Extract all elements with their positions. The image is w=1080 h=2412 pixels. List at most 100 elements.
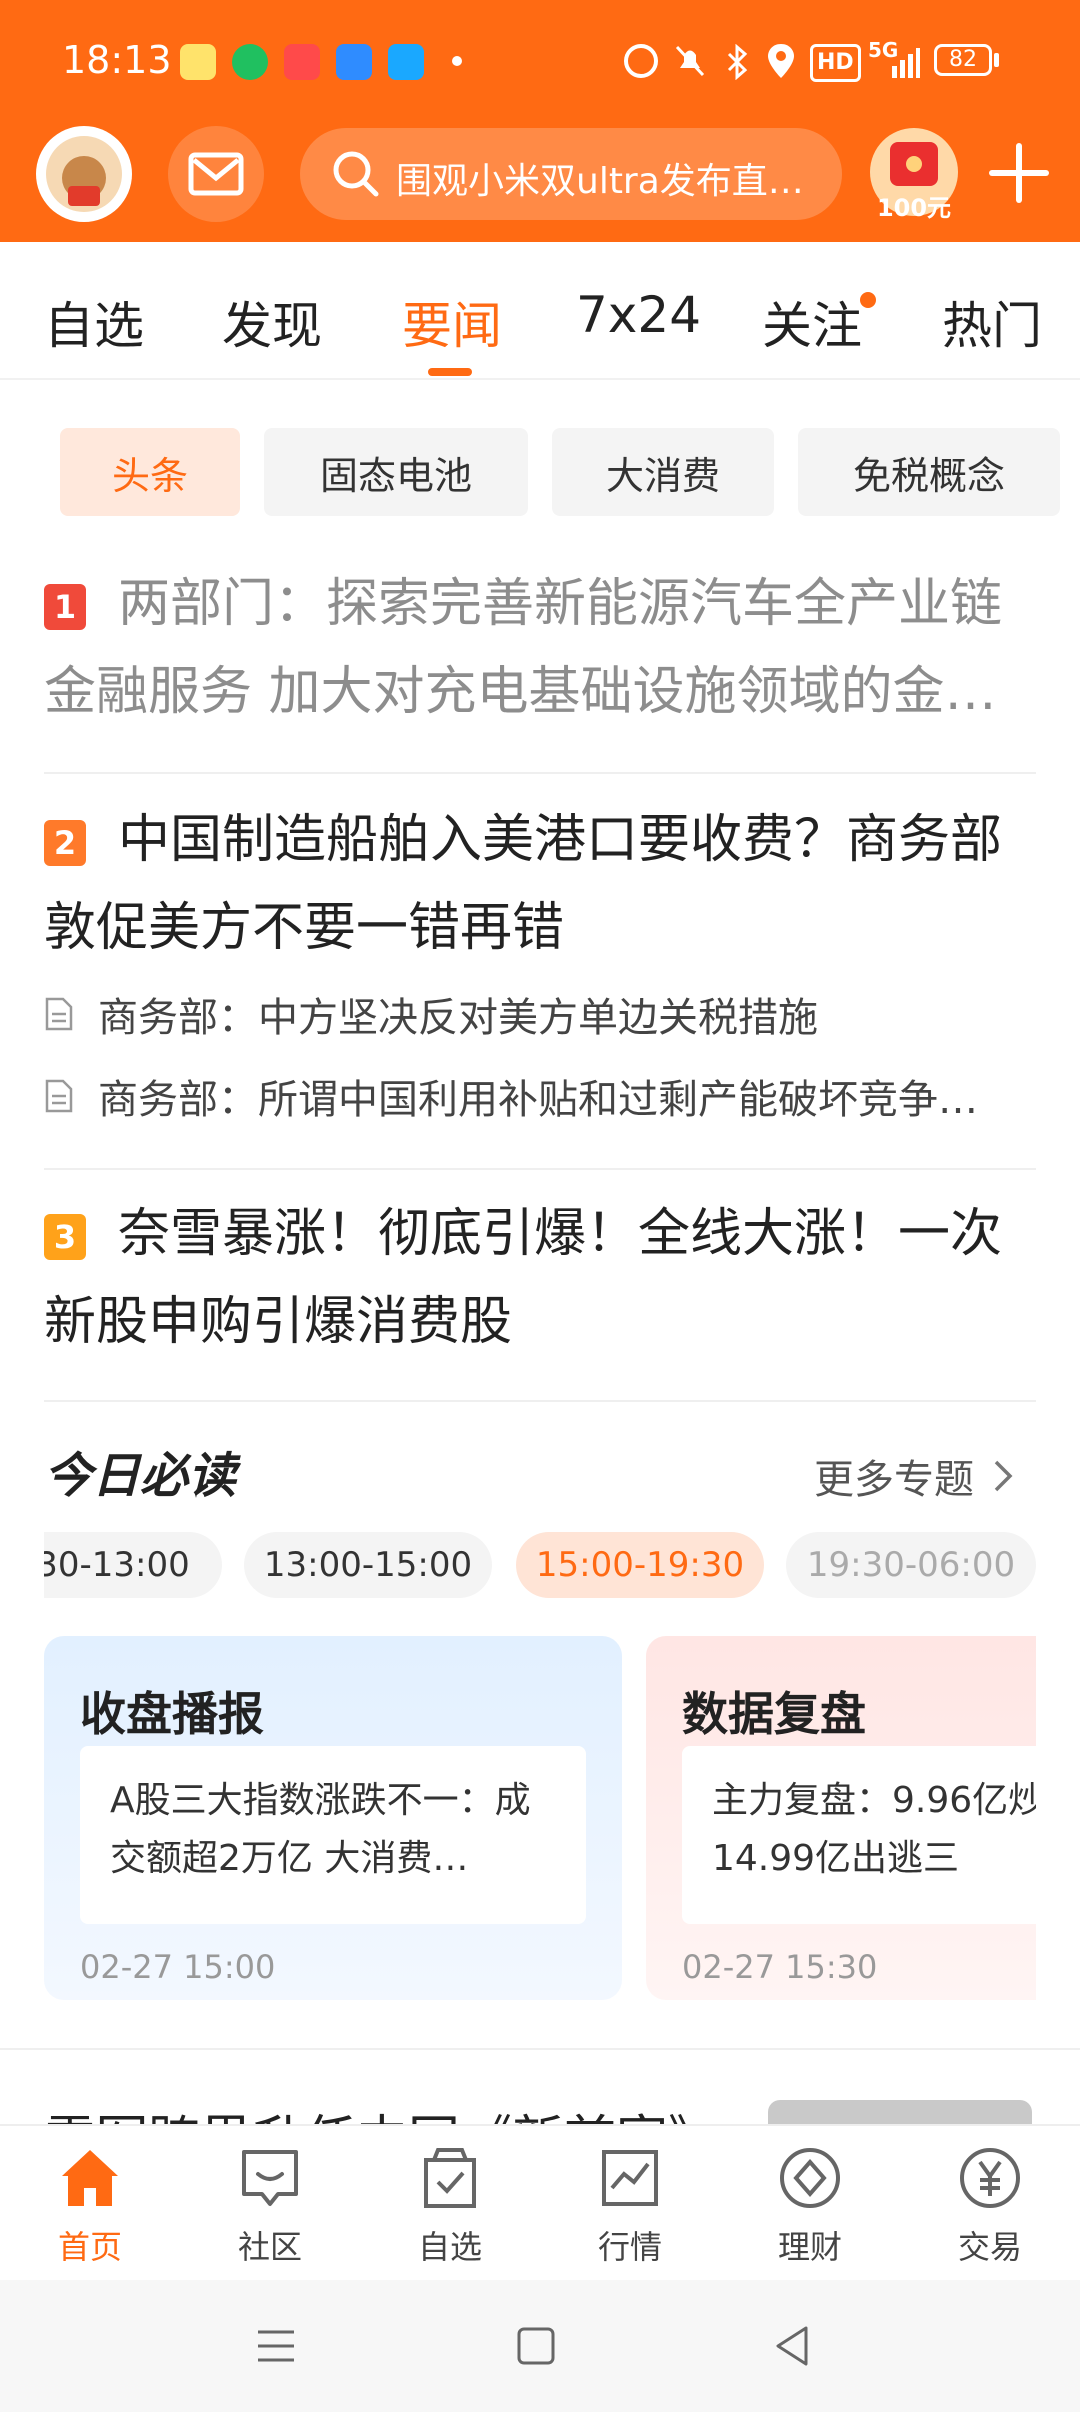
mail-icon: [188, 152, 244, 196]
location-icon: [766, 42, 796, 80]
tab-discover[interactable]: 发现: [222, 286, 322, 358]
hd-indicator: HD: [810, 44, 861, 82]
reward-button[interactable]: 100元: [870, 128, 958, 222]
card-title: 收盘播报: [80, 1687, 264, 1741]
time-slot-active[interactable]: 15:00-19:30: [516, 1532, 764, 1598]
community-icon: [242, 2150, 298, 2206]
browser-app-icon: [388, 44, 424, 80]
battery-indicator: 82: [934, 44, 992, 76]
news-title: 两部门：探索完善新能源汽车全产业链金融服务 加大对充电基础设施领域的金…: [44, 574, 1003, 722]
home-icon: [62, 2150, 118, 2206]
plus-icon: [989, 143, 1049, 203]
related-article[interactable]: 商务部：中方坚决反对美方单边关税措施: [44, 984, 1034, 1044]
next-news-item[interactable]: 雷军跨界升任中国《新首富》: [44, 2090, 764, 2124]
card-time: 02-27 15:30: [682, 1948, 878, 1986]
active-tab-indicator: [428, 368, 472, 376]
time-slot[interactable]: 30-13:00: [44, 1532, 222, 1598]
card-text: A股三大指数涨跌不一：成交额超2万亿 大消费…: [110, 1780, 531, 1879]
alarm-icon: [624, 44, 658, 78]
data-review-card[interactable]: 数据复盘 主力复盘：9.96亿炒姆猫 14.99亿出逃三 02-27 15:30: [646, 1636, 1036, 2000]
nav-label: 首页: [57, 2228, 122, 2266]
wifi-app-icon: [336, 44, 372, 80]
nav-label: 理财: [777, 2228, 842, 2266]
reward-label: 100元: [876, 194, 952, 222]
related-article-title: 商务部：所谓中国利用补贴和过剩产能破坏竞争…: [98, 1077, 978, 1123]
news-item[interactable]: 2 中国制造船舶入美港口要收费？商务部敦促美方不要一错再错: [44, 796, 1036, 972]
chip-duty-free[interactable]: 免税概念: [798, 428, 1060, 516]
chip-headlines[interactable]: 头条: [60, 428, 240, 516]
red-packet-seal: [906, 156, 922, 172]
tab-divider: [0, 378, 1080, 380]
news-title: 奈雪暴涨！彻底引爆！全线大涨！一次新股申购引爆消费股: [44, 1204, 1003, 1352]
chevron-right-icon: [994, 1460, 1013, 1492]
news-separator: [44, 1400, 1036, 1402]
document-icon: [45, 997, 73, 1031]
news-thumbnail: [768, 2100, 1032, 2124]
app-notification-icon: [180, 44, 216, 80]
nav-label: 自选: [417, 2228, 482, 2266]
red-packet-icon: [890, 142, 938, 186]
search-bar[interactable]: 围观小米双ultra发布直…: [300, 128, 842, 220]
status-time: 18:13: [62, 38, 172, 82]
watchlist-icon: [424, 2148, 476, 2208]
card-time: 02-27 15:00: [80, 1948, 276, 1986]
search-placeholder: 围观小米双ultra发布直…: [396, 161, 804, 202]
news-item[interactable]: 1 两部门：探索完善新能源汽车全产业链金融服务 加大对充电基础设施领域的金…: [44, 560, 1036, 760]
card-content: A股三大指数涨跌不一：成交额超2万亿 大消费…: [80, 1746, 586, 1924]
battery-tip: [994, 53, 999, 67]
mute-icon: [674, 44, 706, 78]
summary-card[interactable]: 收盘播报 A股三大指数涨跌不一：成交额超2万亿 大消费… 02-27 15:00: [44, 1636, 622, 2000]
search-icon: [333, 151, 379, 197]
nav-watchlist[interactable]: 自选: [360, 2126, 540, 2282]
system-navigation-bar: [0, 2280, 1080, 2412]
trade-icon: [960, 2148, 1020, 2208]
document-icon: [45, 1079, 73, 1113]
add-button[interactable]: [984, 138, 1054, 208]
chip-consumer[interactable]: 大消费: [552, 428, 774, 516]
upload-notification-icon: [232, 44, 268, 80]
nav-label: 社区: [237, 2228, 302, 2266]
tab-follow[interactable]: 关注: [762, 286, 862, 358]
wealth-icon: [780, 2148, 840, 2208]
market-icon: [602, 2150, 658, 2206]
app-header: 18:13 HD 5G 82 围观小米双ultra发布直… 100元: [0, 0, 1080, 242]
news-item[interactable]: 3 奈雪暴涨！彻底引爆！全线大涨！一次新股申购引爆消费股: [44, 1190, 1036, 1366]
nav-community[interactable]: 社区: [180, 2126, 360, 2282]
more-topics-link[interactable]: 更多专题: [814, 1446, 1016, 1506]
chip-solid-state-battery[interactable]: 固态电池: [264, 428, 528, 516]
message-button[interactable]: [168, 126, 264, 222]
nav-wealth[interactable]: 理财: [720, 2126, 900, 2282]
next-news-title: 雷军跨界升任中国《新首富》: [44, 2098, 720, 2124]
time-slot-strip: 30-13:00 13:00-15:00 15:00-19:30 19:30-0…: [44, 1532, 1036, 1598]
nav-market[interactable]: 行情: [540, 2126, 720, 2282]
avatar: [46, 136, 122, 212]
nav-label: 交易: [957, 2228, 1022, 2266]
news-title: 中国制造船舶入美港口要收费？商务部敦促美方不要一错再错: [44, 810, 1003, 958]
home-square-icon[interactable]: [516, 2326, 556, 2366]
user-avatar-button[interactable]: [36, 126, 132, 222]
more-notifications-icon: [452, 56, 462, 66]
book-notification-icon: [284, 44, 320, 80]
card-text: 主力复盘：9.96亿炒姆猫 14.99亿出逃三: [712, 1780, 1036, 1879]
news-separator: [44, 1168, 1036, 1170]
signal-icon: [868, 48, 920, 78]
back-icon[interactable]: [772, 2324, 812, 2368]
card-content: 主力复盘：9.96亿炒姆猫 14.99亿出逃三: [682, 1746, 1036, 1924]
time-slot[interactable]: 13:00-15:00: [244, 1532, 492, 1598]
nav-home[interactable]: 首页: [0, 2126, 180, 2282]
unread-dot: [860, 292, 876, 308]
bluetooth-icon: [724, 43, 750, 81]
tab-7x24[interactable]: 7x24: [576, 286, 701, 344]
related-article[interactable]: 商务部：所谓中国利用补贴和过剩产能破坏竞争…: [44, 1066, 1034, 1126]
tab-hot[interactable]: 热门: [942, 286, 1042, 358]
nav-trade[interactable]: 交易: [900, 2126, 1080, 2282]
section-separator: [0, 2048, 1080, 2050]
time-slot[interactable]: 19:30-06:00: [786, 1532, 1036, 1598]
must-read-cards: 收盘播报 A股三大指数涨跌不一：成交额超2万亿 大消费… 02-27 15:00…: [44, 1636, 1036, 2000]
news-separator: [44, 772, 1036, 774]
must-read-title: 今日必读: [44, 1448, 237, 1504]
related-article-title: 商务部：中方坚决反对美方单边关税措施: [98, 995, 818, 1041]
tab-news[interactable]: 要闻: [402, 286, 502, 358]
tab-watchlist[interactable]: 自选: [44, 286, 144, 358]
menu-icon[interactable]: [256, 2326, 296, 2366]
